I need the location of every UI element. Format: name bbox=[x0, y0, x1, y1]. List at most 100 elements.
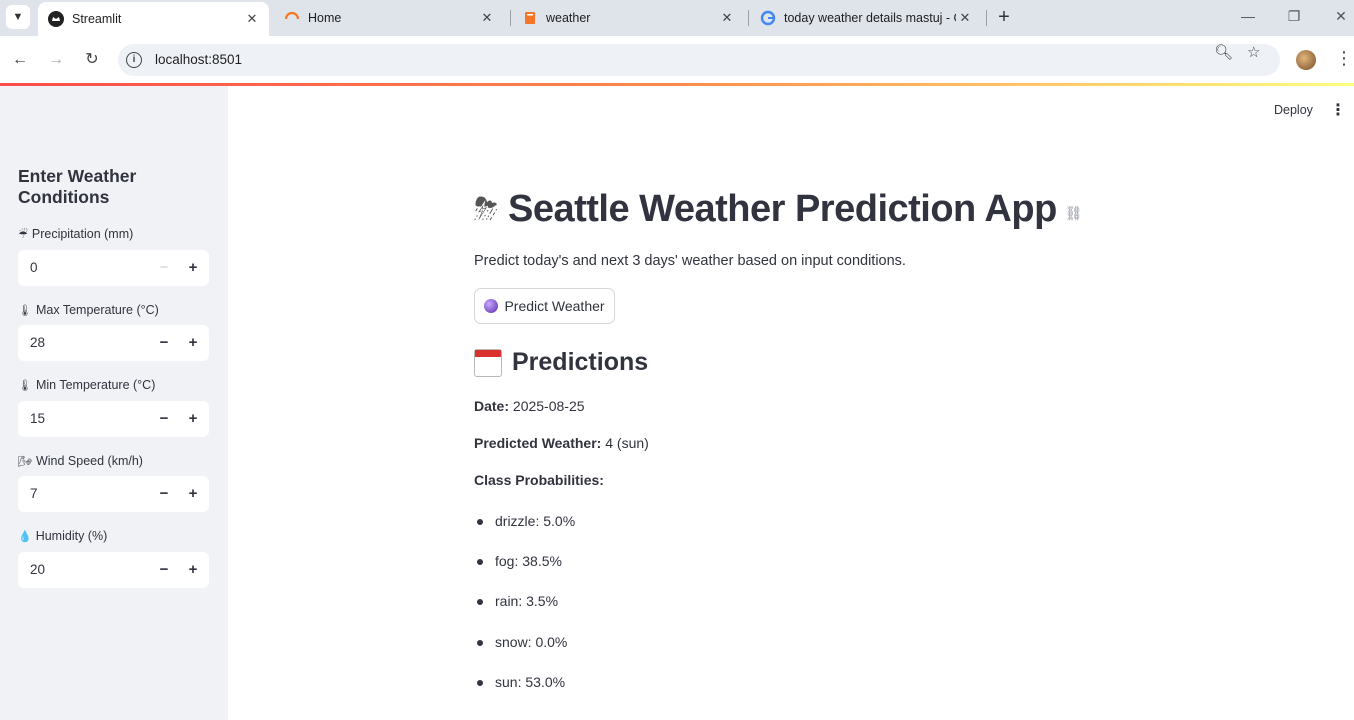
decrement-button[interactable]: − bbox=[152, 407, 176, 431]
bullet-dot bbox=[477, 559, 483, 565]
input-value[interactable]: 7 bbox=[30, 486, 38, 501]
predicted-weather-value: 4 (sun) bbox=[605, 435, 649, 451]
date-label: Date: bbox=[474, 398, 510, 414]
probability-text: sun: 53.0% bbox=[495, 674, 566, 690]
new-tab-button[interactable]: + bbox=[993, 6, 1015, 28]
wind-icon: 🌬 bbox=[18, 455, 32, 468]
field-label-text: Wind Speed (km/h) bbox=[35, 454, 143, 468]
increment-button[interactable]: + bbox=[181, 482, 205, 506]
increment-button[interactable]: + bbox=[181, 558, 205, 582]
sidebar: Enter Weather Conditions ☔ Precipitation… bbox=[0, 86, 228, 720]
bullet-dot bbox=[477, 519, 483, 525]
min-temperature-label: 🌡 Min Temperature (°C) bbox=[18, 378, 155, 392]
tab-weather[interactable]: weather ✕ bbox=[512, 0, 744, 36]
browser-tab-strip: ▼ Streamlit ✕ Home ✕ weather ✕ today wea… bbox=[0, 0, 1354, 36]
page-title: ⛈ Seattle Weather Prediction App ⛓ bbox=[474, 188, 1083, 231]
deploy-button[interactable]: Deploy bbox=[1274, 103, 1313, 117]
close-icon[interactable]: ✕ bbox=[478, 10, 496, 26]
probability-text: fog: 38.5% bbox=[495, 553, 562, 569]
profile-avatar[interactable] bbox=[1296, 50, 1316, 70]
crystal-ball-icon bbox=[484, 299, 499, 313]
thermometer-icon: 🌡 bbox=[18, 304, 32, 317]
date-value: 2025-08-25 bbox=[512, 398, 585, 414]
predict-weather-button[interactable]: Predict Weather bbox=[474, 288, 615, 324]
predictions-heading-text: Predictions bbox=[512, 348, 649, 376]
url-text[interactable]: localhost:8501 bbox=[155, 52, 242, 67]
droplet-icon: 💧 bbox=[18, 530, 32, 543]
page-title-text: Seattle Weather Prediction App bbox=[508, 188, 1057, 230]
restore-icon[interactable]: ❐ bbox=[1284, 8, 1304, 25]
date-line: Date: 2025-08-25 bbox=[474, 398, 585, 414]
predicted-weather-label: Predicted Weather: bbox=[474, 435, 602, 451]
increment-button[interactable]: + bbox=[181, 407, 205, 431]
decrement-button[interactable]: − bbox=[152, 331, 176, 355]
google-icon bbox=[760, 10, 776, 26]
tab-separator bbox=[748, 10, 749, 26]
tab-streamlit[interactable]: Streamlit ✕ bbox=[38, 2, 269, 36]
input-value[interactable]: 20 bbox=[30, 562, 45, 577]
browser-menu-icon[interactable]: ⋮ bbox=[1335, 48, 1353, 68]
main-content: Deploy ⋮ ⛈ Seattle Weather Prediction Ap… bbox=[228, 86, 1354, 720]
sidebar-title: Enter Weather Conditions bbox=[18, 166, 137, 207]
max-temperature-input[interactable]: 28 − + bbox=[18, 325, 209, 361]
address-bar[interactable]: i localhost:8501 bbox=[118, 44, 1280, 76]
input-value[interactable]: 15 bbox=[30, 411, 45, 426]
decrement-button[interactable]: − bbox=[152, 482, 176, 506]
tab-home[interactable]: Home ✕ bbox=[274, 0, 504, 36]
input-value[interactable]: 0 bbox=[30, 260, 38, 275]
precipitation-input[interactable]: 0 − + bbox=[18, 250, 209, 286]
bullet-dot bbox=[477, 640, 483, 646]
class-probabilities-line: Class Probabilities: bbox=[474, 472, 604, 488]
close-icon[interactable]: ✕ bbox=[243, 11, 261, 27]
minimize-icon[interactable]: — bbox=[1238, 8, 1258, 24]
book-icon bbox=[522, 10, 538, 26]
tab-title: Streamlit bbox=[72, 12, 122, 26]
probability-text: drizzle: 5.0% bbox=[495, 513, 576, 529]
back-icon[interactable]: ← bbox=[10, 50, 30, 70]
predicted-weather-line: Predicted Weather: 4 (sun) bbox=[474, 435, 649, 451]
tab-title: Home bbox=[308, 11, 342, 25]
umbrella-icon: ☔ bbox=[18, 228, 28, 241]
app-menu-icon[interactable]: ⋮ bbox=[1330, 100, 1346, 120]
decrement-button[interactable]: − bbox=[152, 558, 176, 582]
input-value[interactable]: 28 bbox=[30, 335, 45, 350]
window-close-icon[interactable]: ✕ bbox=[1331, 8, 1351, 25]
wind-speed-input[interactable]: 7 − + bbox=[18, 476, 209, 512]
anchor-link-icon[interactable]: ⛓ bbox=[1065, 205, 1083, 222]
humidity-label: 💧 Humidity (%) bbox=[18, 529, 107, 543]
calendar-icon bbox=[474, 348, 502, 377]
precipitation-label: ☔ Precipitation (mm) bbox=[18, 227, 133, 241]
page-subtitle: Predict today's and next 3 days' weather… bbox=[474, 253, 906, 269]
increment-button[interactable]: + bbox=[181, 256, 205, 280]
increment-button[interactable]: + bbox=[181, 331, 205, 355]
tab-google-search[interactable]: today weather details mastuj - G ✕ bbox=[750, 0, 982, 36]
tab-title: weather bbox=[546, 11, 591, 25]
bookmark-star-icon[interactable]: ☆ bbox=[1247, 43, 1260, 61]
zoom-icon[interactable]: 🔍︎ bbox=[1214, 43, 1233, 61]
class-probabilities-label: Class Probabilities: bbox=[474, 472, 604, 488]
field-label-text: Humidity (%) bbox=[35, 529, 108, 543]
probability-text: rain: 3.5% bbox=[495, 593, 559, 609]
thermometer-icon: 🌡 bbox=[18, 379, 32, 392]
tab-title: today weather details mastuj - G bbox=[784, 11, 956, 25]
site-info-icon[interactable]: i bbox=[126, 52, 142, 68]
bullet-dot bbox=[477, 599, 483, 605]
field-label-text: Max Temperature (°C) bbox=[35, 303, 159, 317]
close-icon[interactable]: ✕ bbox=[956, 10, 974, 26]
tab-separator bbox=[510, 10, 511, 26]
field-label-text: Precipitation (mm) bbox=[31, 227, 134, 241]
forward-icon[interactable]: → bbox=[46, 50, 66, 70]
reload-icon[interactable]: ↻ bbox=[82, 50, 102, 70]
probability-text: snow: 0.0% bbox=[495, 634, 568, 650]
bullet-dot bbox=[477, 680, 483, 686]
loader-icon bbox=[284, 10, 300, 26]
decrement-button[interactable]: − bbox=[152, 256, 176, 280]
humidity-input[interactable]: 20 − + bbox=[18, 552, 209, 588]
wind-speed-label: 🌬 Wind Speed (km/h) bbox=[18, 454, 143, 468]
close-icon[interactable]: ✕ bbox=[718, 10, 736, 26]
browser-toolbar: ← → ↻ i localhost:8501 🔍︎ ☆ ⋮ bbox=[0, 36, 1354, 84]
button-label: Predict Weather bbox=[504, 298, 605, 314]
field-label-text: Min Temperature (°C) bbox=[35, 378, 156, 392]
min-temperature-input[interactable]: 15 − + bbox=[18, 401, 209, 437]
tab-search-button[interactable]: ▼ bbox=[6, 5, 30, 29]
